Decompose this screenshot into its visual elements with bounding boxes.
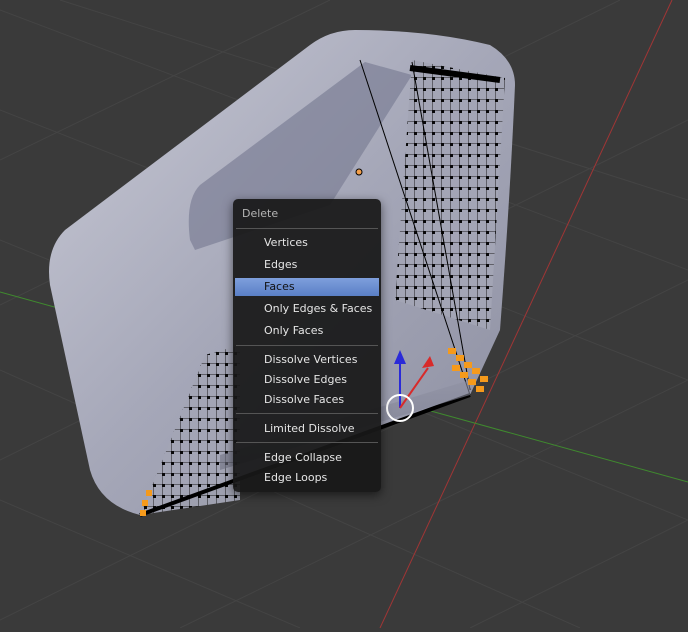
menu-separator — [236, 345, 378, 346]
menu-item-dissolve-faces[interactable]: Dissolve Faces — [235, 391, 379, 409]
menu-item-faces[interactable]: Faces — [235, 278, 379, 296]
menu-item-only-faces[interactable]: Only Faces — [235, 322, 379, 340]
menu-item-vertices[interactable]: Vertices — [235, 234, 379, 252]
delete-menu-title: Delete — [242, 207, 279, 220]
menu-separator — [236, 442, 378, 443]
3d-viewport[interactable]: Delete Vertices Edges Faces Only Edges &… — [0, 0, 688, 629]
delete-menu: Delete Vertices Edges Faces Only Edges &… — [233, 199, 381, 492]
menu-separator — [236, 228, 378, 229]
menu-separator — [236, 413, 378, 414]
menu-item-limited-dissolve[interactable]: Limited Dissolve — [235, 420, 379, 438]
menu-item-dissolve-edges[interactable]: Dissolve Edges — [235, 371, 379, 389]
menu-item-edge-collapse[interactable]: Edge Collapse — [235, 449, 379, 467]
menu-item-edge-loops[interactable]: Edge Loops — [235, 469, 379, 487]
menu-item-dissolve-vertices[interactable]: Dissolve Vertices — [235, 351, 379, 369]
menu-item-only-edges-faces[interactable]: Only Edges & Faces — [235, 300, 379, 318]
menu-item-edges[interactable]: Edges — [235, 256, 379, 274]
